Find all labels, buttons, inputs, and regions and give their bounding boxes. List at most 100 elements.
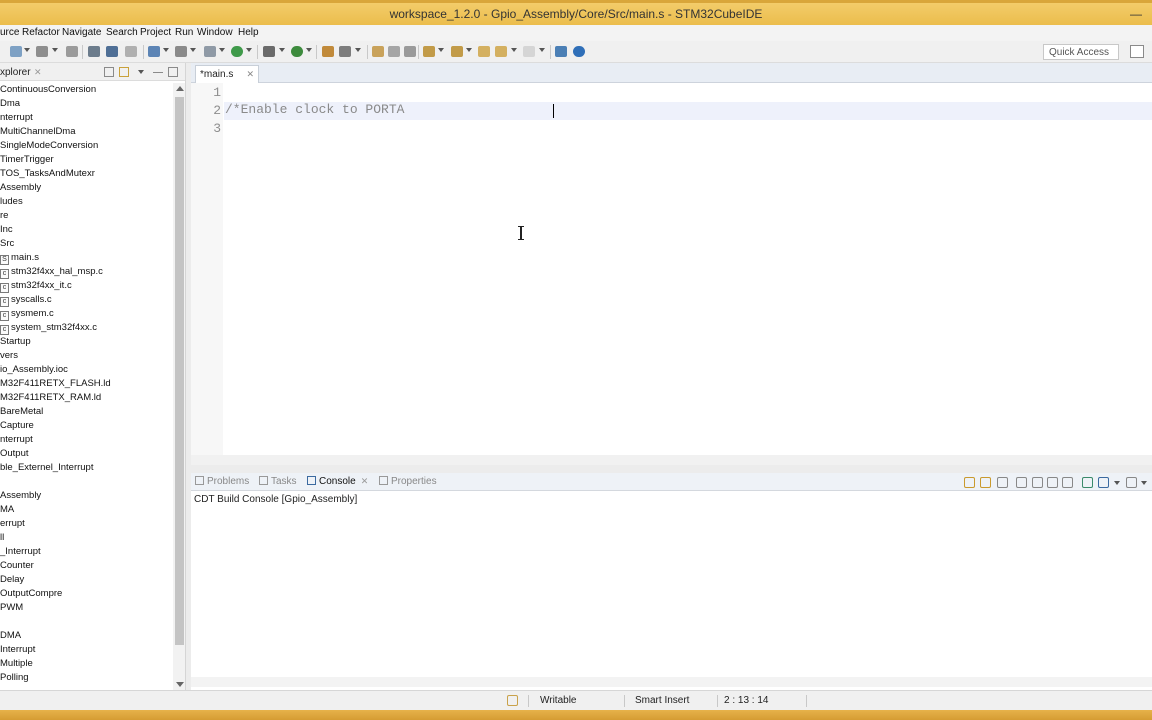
tree-item[interactable]: MA	[0, 504, 14, 518]
tree-item[interactable]: OutputCompre	[0, 588, 62, 602]
open-perspective-icon[interactable]	[1130, 45, 1144, 58]
new-console-icon[interactable]	[1126, 477, 1137, 488]
tree-item[interactable]: Output	[0, 448, 29, 462]
tab-close-icon[interactable]: ✕	[246, 69, 254, 80]
menu-navigate[interactable]: Navigate	[62, 27, 101, 38]
view-menu-icon[interactable]	[138, 70, 144, 74]
open-type-icon[interactable]	[175, 46, 187, 57]
chevron-down-icon[interactable]	[52, 48, 58, 52]
chevron-down-icon[interactable]	[163, 48, 169, 52]
console-panel[interactable]: CDT Build Console [Gpio_Assembly]	[191, 491, 1152, 690]
chevron-down-icon[interactable]	[219, 48, 225, 52]
tree-item[interactable]: nterrupt	[0, 112, 33, 126]
tree-item[interactable]: DMA	[0, 630, 21, 644]
block-select-icon[interactable]	[388, 46, 400, 57]
menu-refactor[interactable]: Refactor	[22, 27, 60, 38]
tree-item[interactable]: nterrupt	[0, 434, 33, 448]
display-console-icon[interactable]	[1098, 477, 1109, 488]
prev-annotation-icon[interactable]	[451, 46, 463, 57]
collapse-all-icon[interactable]	[104, 67, 114, 77]
debug-config-icon[interactable]	[88, 46, 100, 57]
new-project-icon[interactable]	[148, 46, 160, 57]
word-wrap-icon[interactable]	[1032, 477, 1043, 488]
console-horizontal-scrollbar[interactable]	[191, 677, 1152, 687]
chevron-down-icon[interactable]	[1141, 481, 1147, 485]
minimize-button[interactable]: —	[1130, 7, 1142, 21]
scroll-down-console-icon[interactable]	[964, 477, 975, 488]
device-icon[interactable]	[125, 46, 137, 57]
tree-item[interactable]: Assembly	[0, 182, 41, 196]
code-line[interactable]	[224, 120, 1152, 138]
tree-item[interactable]: PWM	[0, 602, 23, 616]
paste-icon[interactable]	[1047, 477, 1058, 488]
tree-item[interactable]: re	[0, 210, 8, 224]
menu-window[interactable]: Window	[197, 27, 233, 38]
tab-problems[interactable]: Problems	[195, 476, 249, 487]
copy-icon[interactable]	[1016, 477, 1027, 488]
menu-search[interactable]: Search	[106, 27, 138, 38]
last-edit-icon[interactable]	[478, 46, 490, 57]
back-icon[interactable]	[495, 46, 507, 57]
debug-icon[interactable]	[263, 46, 275, 57]
chevron-down-icon[interactable]	[511, 48, 517, 52]
tree-item[interactable]: M32F411RETX_RAM.ld	[0, 392, 101, 406]
chevron-down-icon[interactable]	[539, 48, 545, 52]
editor-horizontal-scrollbar[interactable]	[191, 455, 1152, 465]
forward-icon[interactable]	[523, 46, 535, 57]
tree-item[interactable]: M32F411RETX_FLASH.ld	[0, 378, 111, 392]
tree-item[interactable]: ContinuousConversion	[0, 84, 96, 98]
tree-item[interactable]: Capture	[0, 420, 34, 434]
maximize-view-icon[interactable]	[168, 67, 178, 77]
menu-run[interactable]: Run	[175, 27, 193, 38]
chevron-down-icon[interactable]	[355, 48, 361, 52]
tree-item-file[interactable]: c stm32f4xx_it.c	[0, 280, 72, 294]
build-icon[interactable]	[10, 46, 22, 57]
tab-tasks[interactable]: Tasks	[259, 476, 297, 487]
tree-item-file[interactable]: Smain.s	[0, 252, 39, 266]
tree-item[interactable]: Counter	[0, 560, 34, 574]
new-file-icon[interactable]	[204, 46, 216, 57]
settings-icon[interactable]	[106, 46, 118, 57]
tree-item[interactable]: Inc	[0, 224, 13, 238]
chevron-down-icon[interactable]	[190, 48, 196, 52]
tab-console[interactable]: Console ✕	[307, 476, 368, 487]
explorer-close-icon[interactable]: ✕	[34, 67, 42, 78]
menu-help[interactable]: Help	[238, 27, 259, 38]
tree-item[interactable]: TOS_TasksAndMutexr	[0, 168, 95, 182]
link-editor-icon[interactable]	[119, 67, 129, 77]
tree-item-file[interactable]: c stm32f4xx_hal_msp.c	[0, 266, 103, 280]
tree-item-file[interactable]: c syscalls.c	[0, 294, 52, 308]
scroll-up-console-icon[interactable]	[980, 477, 991, 488]
clear-console-icon[interactable]	[1062, 477, 1073, 488]
tree-item[interactable]: TimerTrigger	[0, 154, 54, 168]
chevron-down-icon[interactable]	[1114, 481, 1120, 485]
tree-item[interactable]: _Interrupt	[0, 546, 41, 560]
tab-main-s[interactable]: *main.s ✕	[195, 65, 259, 83]
whitespace-icon[interactable]	[404, 46, 416, 57]
code-line-current[interactable]: /*Enable clock to PORTA	[224, 102, 1152, 120]
pin-console-icon[interactable]	[1082, 477, 1093, 488]
tree-item[interactable]: BareMetal	[0, 406, 43, 420]
chevron-down-icon[interactable]	[306, 48, 312, 52]
tree-item[interactable]: vers	[0, 350, 18, 364]
tree-item[interactable]: ble_Externel_Interrupt	[0, 462, 93, 476]
chevron-down-icon[interactable]	[246, 48, 252, 52]
menu-source[interactable]: urce	[0, 27, 19, 38]
chevron-down-icon[interactable]	[24, 48, 30, 52]
scroll-thumb[interactable]	[175, 97, 184, 645]
tree-item[interactable]: Multiple	[0, 658, 33, 672]
pen-icon[interactable]	[339, 46, 351, 57]
tree-item-file[interactable]: c sysmem.c	[0, 308, 54, 322]
chevron-down-icon[interactable]	[279, 48, 285, 52]
chevron-down-icon[interactable]	[438, 48, 444, 52]
open-console-icon[interactable]	[555, 46, 567, 57]
tree-item[interactable]: Interrupt	[0, 644, 35, 658]
next-annotation-icon[interactable]	[423, 46, 435, 57]
tree-item[interactable]: ll	[0, 532, 4, 546]
tree-item[interactable]: Assembly	[0, 490, 41, 504]
tree-item[interactable]: Dma	[0, 98, 20, 112]
menu-project[interactable]: Project	[140, 27, 171, 38]
tree-item[interactable]: errupt	[0, 518, 25, 532]
tree-item[interactable]: Src	[0, 238, 14, 252]
external-tools-icon[interactable]	[322, 46, 334, 57]
